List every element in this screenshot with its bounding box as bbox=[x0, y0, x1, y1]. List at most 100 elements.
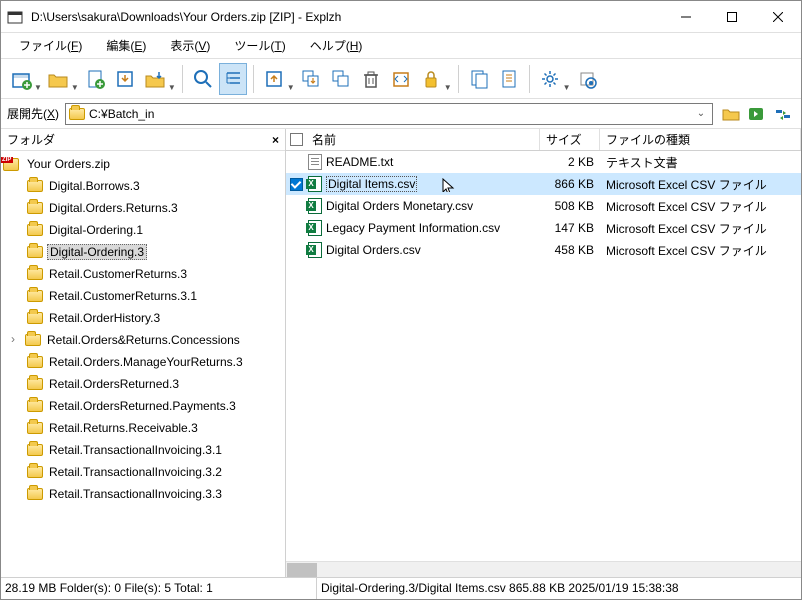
extract-path-input[interactable]: ⌄ bbox=[65, 103, 713, 125]
type-cell: テキスト文書 bbox=[600, 154, 801, 171]
tree-title: フォルダ bbox=[7, 131, 55, 148]
tree-item-label: Retail.TransactionalInvoicing.3.3 bbox=[47, 486, 224, 502]
list-row[interactable]: README.txt2 KBテキスト文書 bbox=[286, 151, 801, 173]
dropdown-icon[interactable]: ▼ bbox=[444, 83, 452, 98]
close-tree-button[interactable]: × bbox=[272, 133, 279, 147]
name-cell: Digital Items.csv bbox=[306, 176, 540, 192]
folder-icon bbox=[27, 400, 43, 412]
dropdown-icon[interactable]: ▼ bbox=[71, 83, 79, 98]
tree-root[interactable]: Your Orders.zip bbox=[1, 153, 285, 175]
options-button[interactable] bbox=[573, 63, 601, 95]
zip-icon bbox=[3, 158, 19, 171]
text-file-icon bbox=[308, 154, 322, 170]
dropdown-icon[interactable]: ▼ bbox=[34, 83, 42, 98]
tree-item[interactable]: Digital-Ordering.1 bbox=[1, 219, 285, 241]
file-list[interactable]: README.txt2 KBテキスト文書Digital Items.csv866… bbox=[286, 151, 801, 561]
delete-button[interactable] bbox=[357, 63, 385, 95]
folder-icon bbox=[27, 444, 43, 456]
extract-button[interactable] bbox=[111, 63, 139, 95]
tree-item[interactable]: Retail.TransactionalInvoicing.3.1 bbox=[1, 439, 285, 461]
size-cell: 458 KB bbox=[540, 243, 600, 257]
col-type[interactable]: ファイルの種類 bbox=[600, 129, 801, 150]
settings-button[interactable] bbox=[536, 63, 564, 95]
tree-item[interactable]: Retail.OrdersReturned.Payments.3 bbox=[1, 395, 285, 417]
size-cell: 2 KB bbox=[540, 155, 600, 169]
dropdown-icon[interactable]: ▼ bbox=[287, 83, 295, 98]
tree-item-label: Retail.OrdersReturned.Payments.3 bbox=[47, 398, 238, 414]
tree-root-label: Your Orders.zip bbox=[25, 156, 112, 172]
add-file-button[interactable] bbox=[81, 63, 109, 95]
tree-item-label: Retail.CustomerReturns.3 bbox=[47, 266, 189, 282]
properties-button[interactable] bbox=[495, 63, 523, 95]
minimize-button[interactable] bbox=[663, 2, 709, 32]
folder-icon bbox=[27, 180, 43, 192]
file-name: Digital Items.csv bbox=[326, 176, 417, 192]
row-checkbox[interactable] bbox=[286, 178, 306, 191]
menu-help[interactable]: ヘルプ(H) bbox=[300, 34, 373, 57]
separator bbox=[458, 65, 459, 93]
folder-icon bbox=[25, 334, 41, 346]
extract-all-button[interactable] bbox=[297, 63, 325, 95]
encrypt-button[interactable] bbox=[417, 63, 445, 95]
list-row[interactable]: Digital Items.csv866 KBMicrosoft Excel C… bbox=[286, 173, 801, 195]
tree-item[interactable]: Retail.OrderHistory.3 bbox=[1, 307, 285, 329]
folder-icon bbox=[27, 312, 43, 324]
type-cell: Microsoft Excel CSV ファイル bbox=[600, 242, 801, 259]
folder-tree-pane: フォルダ × Your Orders.zip Digital.Borrows.3… bbox=[1, 129, 286, 577]
cursor-icon bbox=[442, 178, 456, 192]
type-cell: Microsoft Excel CSV ファイル bbox=[600, 220, 801, 237]
test-button[interactable] bbox=[327, 63, 355, 95]
open-button[interactable] bbox=[44, 63, 72, 95]
tree-item[interactable]: Digital-Ordering.3 bbox=[1, 241, 285, 263]
dropdown-icon[interactable]: ▼ bbox=[168, 83, 176, 98]
switch-button[interactable] bbox=[771, 103, 795, 125]
extract-selected-button[interactable] bbox=[260, 63, 288, 95]
tree-item[interactable]: Digital.Orders.Returns.3 bbox=[1, 197, 285, 219]
go-button[interactable] bbox=[745, 103, 769, 125]
tree-item[interactable]: Retail.CustomerReturns.3 bbox=[1, 263, 285, 285]
extract-to-button[interactable] bbox=[141, 63, 169, 95]
list-row[interactable]: Digital Orders.csv 458 KBMicrosoft Excel … bbox=[286, 239, 801, 261]
select-all-checkbox[interactable] bbox=[286, 129, 306, 150]
menu-edit[interactable]: 編集(E) bbox=[96, 34, 156, 57]
new-archive-button[interactable] bbox=[7, 63, 35, 95]
tree-item-label: Retail.CustomerReturns.3.1 bbox=[47, 288, 199, 304]
list-row[interactable]: Legacy Payment Information.csv147 KBMicr… bbox=[286, 217, 801, 239]
list-header: 名前 サイズ ファイルの種類 bbox=[286, 129, 801, 151]
tree-item-label: Retail.TransactionalInvoicing.3.1 bbox=[47, 442, 224, 458]
tree-item[interactable]: Retail.TransactionalInvoicing.3.2 bbox=[1, 461, 285, 483]
copy-button[interactable] bbox=[465, 63, 493, 95]
csv-file-icon bbox=[308, 220, 322, 236]
refresh-button[interactable] bbox=[387, 63, 415, 95]
list-row[interactable]: Digital Orders Monetary.csv508 KBMicroso… bbox=[286, 195, 801, 217]
horizontal-scrollbar[interactable] bbox=[286, 561, 801, 577]
file-name: Digital Orders.csv bbox=[326, 243, 421, 257]
maximize-button[interactable] bbox=[709, 2, 755, 32]
menu-tools[interactable]: ツール(T) bbox=[224, 34, 295, 57]
close-button[interactable] bbox=[755, 2, 801, 32]
menu-file[interactable]: ファイル(F) bbox=[9, 34, 92, 57]
tree-item[interactable]: Retail.Orders.ManageYourReturns.3 bbox=[1, 351, 285, 373]
file-name: Legacy Payment Information.csv bbox=[326, 221, 500, 235]
titlebar: D:\Users\sakura\Downloads\Your Orders.zi… bbox=[1, 1, 801, 33]
path-field[interactable] bbox=[85, 107, 693, 121]
statusbar: 28.19 MB Folder(s): 0 File(s): 5 Total: … bbox=[1, 577, 801, 599]
dropdown-icon[interactable]: ⌄ bbox=[693, 108, 709, 119]
name-cell: Digital Orders Monetary.csv bbox=[306, 198, 540, 214]
folder-tree[interactable]: Your Orders.zip Digital.Borrows.3Digital… bbox=[1, 151, 285, 577]
tree-item[interactable]: Digital.Borrows.3 bbox=[1, 175, 285, 197]
folder-icon bbox=[27, 224, 43, 236]
tree-item[interactable]: Retail.TransactionalInvoicing.3.3 bbox=[1, 483, 285, 505]
tree-item[interactable]: ›Retail.Orders&Returns.Concessions bbox=[1, 329, 285, 351]
tree-item[interactable]: Retail.CustomerReturns.3.1 bbox=[1, 285, 285, 307]
tree-item[interactable]: Retail.OrdersReturned.3 bbox=[1, 373, 285, 395]
tree-view-button[interactable] bbox=[219, 63, 247, 95]
search-button[interactable] bbox=[189, 63, 217, 95]
tree-item[interactable]: Retail.Returns.Receivable.3 bbox=[1, 417, 285, 439]
menu-view[interactable]: 表示(V) bbox=[160, 34, 220, 57]
col-name[interactable]: 名前 bbox=[306, 129, 540, 150]
dropdown-icon[interactable]: ▼ bbox=[563, 83, 571, 98]
chevron-right-icon[interactable]: › bbox=[11, 332, 25, 346]
col-size[interactable]: サイズ bbox=[540, 129, 600, 150]
browse-button[interactable] bbox=[719, 103, 743, 125]
